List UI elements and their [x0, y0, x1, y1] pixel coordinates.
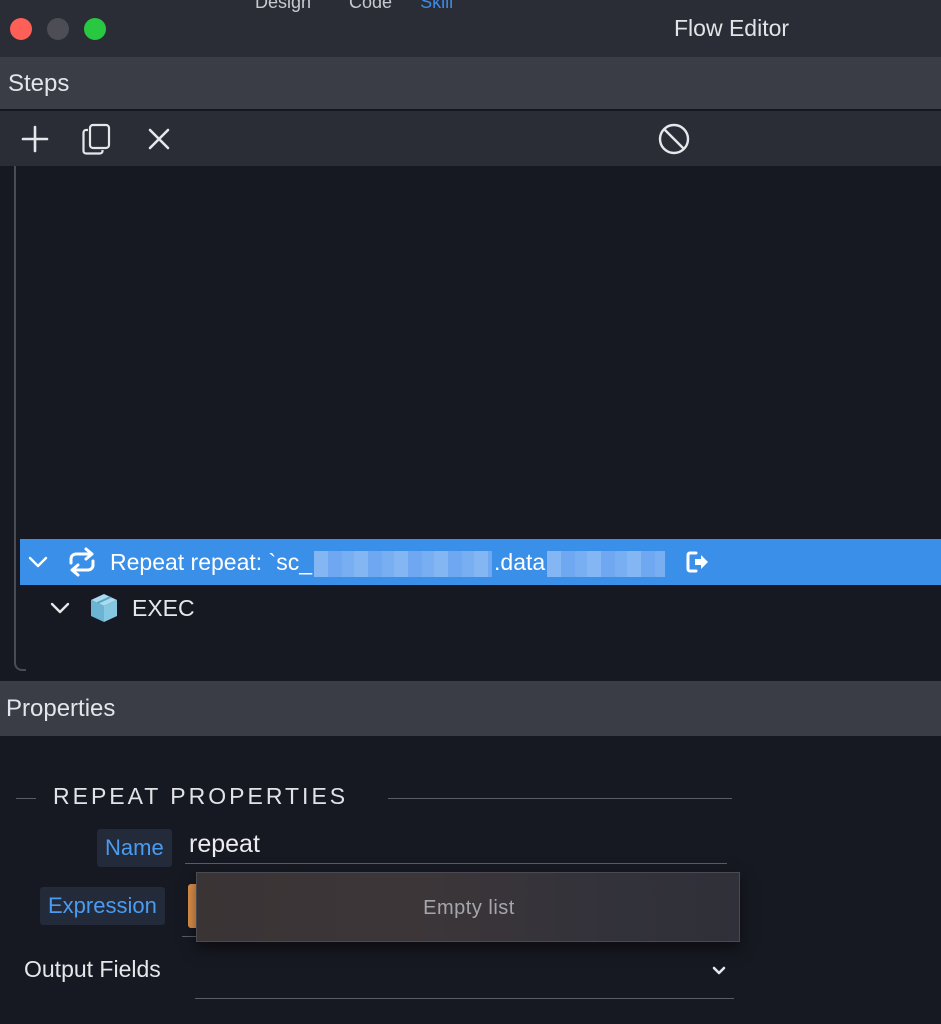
bleed-text-3: Skill [420, 0, 454, 12]
copy-step-button[interactable] [80, 122, 114, 156]
steps-section-header: Steps [0, 57, 941, 110]
flow-editor-window: Design Code Skill Flow Editor Steps Repe… [0, 0, 941, 1024]
divider [388, 798, 732, 799]
background-app-text: Design Code Skill [255, 0, 453, 13]
empty-list-message: Empty list [423, 897, 515, 919]
properties-panel: REPEAT PROPERTIES Name Expression Empty … [0, 736, 941, 1024]
zoom-window-button[interactable] [84, 18, 106, 40]
exit-icon [686, 551, 708, 573]
tree-rail [14, 166, 26, 671]
plus-icon [21, 125, 49, 153]
disable-step-button[interactable] [657, 122, 691, 156]
ban-icon [658, 123, 690, 155]
name-label: Name [97, 829, 172, 867]
output-fields-label: Output Fields [24, 956, 161, 982]
steps-toolbar [0, 111, 941, 166]
close-window-button[interactable] [10, 18, 32, 40]
loop-icon [69, 547, 95, 577]
window-title: Flow Editor [674, 15, 790, 41]
cube-icon [91, 594, 117, 622]
chevron-down-icon[interactable] [26, 550, 50, 574]
chevron-down-icon[interactable] [48, 596, 72, 620]
autocomplete-popup: Empty list [196, 872, 740, 942]
copy-icon [82, 123, 111, 155]
fieldset-legend: REPEAT PROPERTIES [53, 783, 349, 809]
tree-item-label: EXEC [132, 595, 195, 621]
bleed-text-2: Code [349, 0, 393, 12]
tree-item-label: Repeat repeat: `sc_ .data [110, 539, 666, 585]
repeat-label-prefix: Repeat repeat: `sc_ [110, 549, 313, 575]
chevron-down-icon[interactable] [706, 958, 732, 984]
bleed-text-1: Design [255, 0, 312, 12]
expression-label: Expression [40, 887, 165, 925]
repeat-label-middle: .data [494, 549, 546, 575]
divider [16, 798, 36, 799]
minimize-window-button[interactable] [47, 18, 69, 40]
output-fields-select[interactable] [195, 948, 734, 999]
steps-tree: Repeat repeat: `sc_ .data EXEC [0, 166, 941, 681]
redacted-block [314, 550, 493, 577]
delete-step-button[interactable] [142, 122, 176, 156]
name-input[interactable] [185, 826, 727, 864]
redacted-block [547, 550, 666, 577]
title-bar: Design Code Skill Flow Editor [0, 0, 941, 57]
add-step-button[interactable] [18, 122, 52, 156]
properties-section-header: Properties [0, 681, 941, 736]
tree-item-repeat[interactable]: Repeat repeat: `sc_ .data [20, 539, 941, 585]
close-icon [148, 128, 170, 150]
